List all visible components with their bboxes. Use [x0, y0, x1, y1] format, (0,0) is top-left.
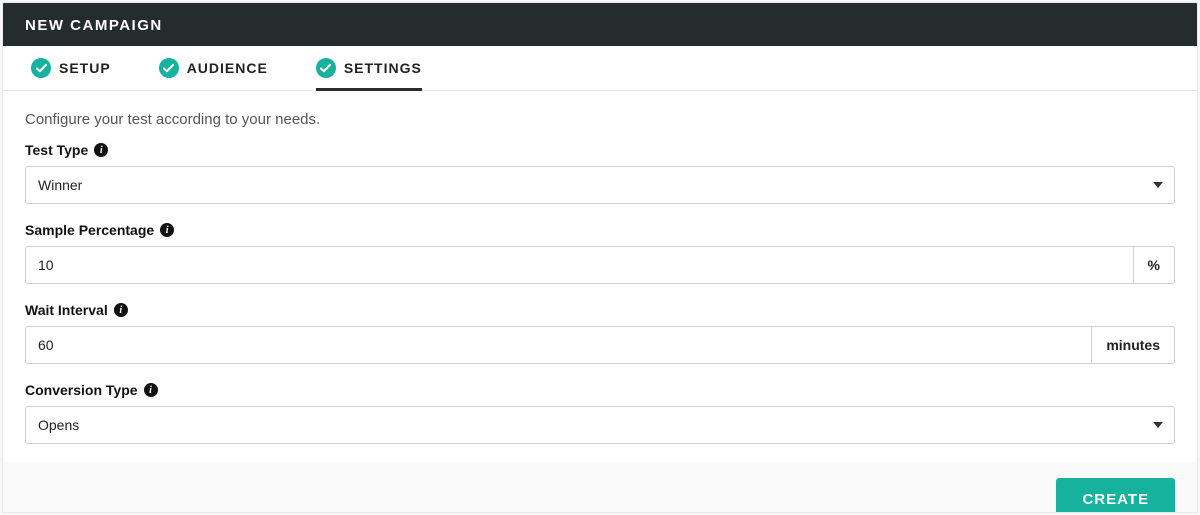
test-type-select-wrapper: Winner	[25, 166, 1175, 204]
sample-percentage-label: Sample Percentage	[25, 222, 154, 238]
test-type-select[interactable]: Winner	[25, 166, 1175, 204]
conversion-type-label: Conversion Type	[25, 382, 138, 398]
field-label: Conversion Type i	[25, 382, 1175, 398]
tab-label: SETUP	[59, 60, 111, 76]
create-button[interactable]: CREATE	[1056, 478, 1175, 513]
info-icon[interactable]: i	[160, 223, 174, 237]
test-type-label: Test Type	[25, 142, 88, 158]
field-wait-interval: Wait Interval i minutes	[25, 302, 1175, 364]
settings-body: Configure your test according to your ne…	[3, 91, 1197, 462]
check-icon	[159, 58, 179, 78]
sample-percentage-input[interactable]	[25, 246, 1134, 284]
field-conversion-type: Conversion Type i Opens	[25, 382, 1175, 444]
tabs-nav: SETUP AUDIENCE SETTINGS	[3, 46, 1197, 91]
field-sample-percentage: Sample Percentage i %	[25, 222, 1175, 284]
footer-bar: CREATE	[3, 462, 1197, 513]
percent-suffix: %	[1134, 246, 1175, 284]
field-label: Test Type i	[25, 142, 1175, 158]
info-icon[interactable]: i	[94, 143, 108, 157]
field-test-type: Test Type i Winner	[25, 142, 1175, 204]
tab-audience[interactable]: AUDIENCE	[159, 46, 268, 91]
field-label: Sample Percentage i	[25, 222, 1175, 238]
wait-interval-input[interactable]	[25, 326, 1092, 364]
page-title: NEW CAMPAIGN	[3, 3, 1197, 46]
tab-settings[interactable]: SETTINGS	[316, 46, 422, 91]
check-icon	[31, 58, 51, 78]
minutes-suffix: minutes	[1092, 326, 1175, 364]
info-icon[interactable]: i	[144, 383, 158, 397]
info-icon[interactable]: i	[114, 303, 128, 317]
conversion-type-select[interactable]: Opens	[25, 406, 1175, 444]
check-icon	[316, 58, 336, 78]
tab-label: SETTINGS	[344, 60, 422, 76]
settings-intro: Configure your test according to your ne…	[25, 111, 1175, 128]
conversion-type-select-wrapper: Opens	[25, 406, 1175, 444]
tab-setup[interactable]: SETUP	[31, 46, 111, 91]
tab-label: AUDIENCE	[187, 60, 268, 76]
campaign-card: NEW CAMPAIGN SETUP AUDIENCE SETTINGS	[2, 2, 1198, 513]
field-label: Wait Interval i	[25, 302, 1175, 318]
wait-interval-label: Wait Interval	[25, 302, 108, 318]
